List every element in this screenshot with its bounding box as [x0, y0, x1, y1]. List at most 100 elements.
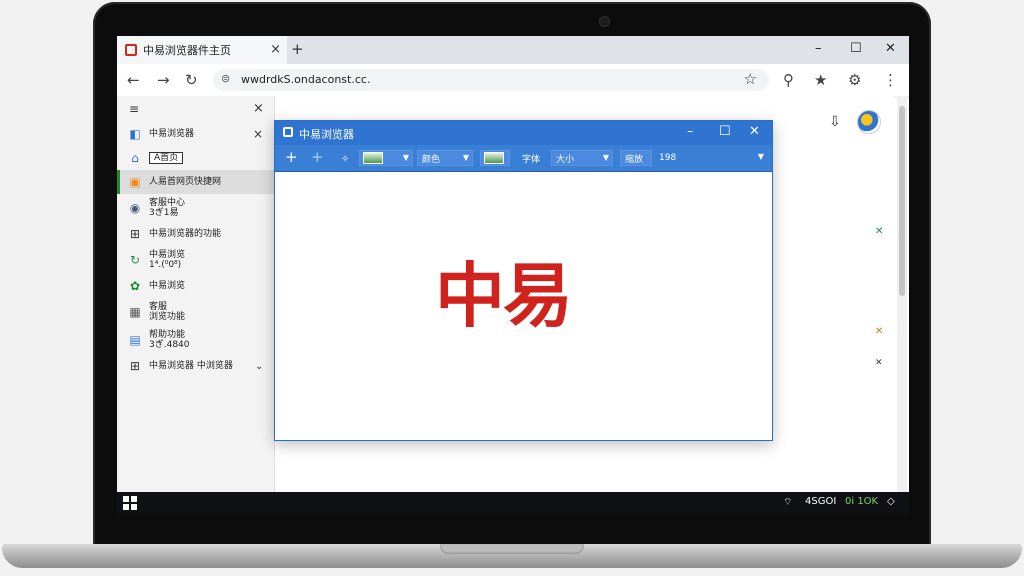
sync-icon: ↻	[129, 253, 141, 267]
zoom-button-label: 缩放	[625, 154, 644, 165]
sidebar-item-sync[interactable]: ↻ 中易浏览 1⁴.(⁰0⁸)	[117, 246, 274, 274]
color-select[interactable]: 颜色 ▼	[417, 150, 473, 166]
font-button[interactable]: 字体	[518, 150, 548, 166]
scrollbar-thumb[interactable]	[899, 106, 905, 296]
zoom-value: 198	[659, 153, 677, 163]
dialog-title: 中易浏览器	[299, 128, 354, 141]
add-button[interactable]: +	[285, 149, 298, 165]
sidebar-item-help[interactable]: ▤ 帮助功能 3ぎ.4840	[117, 326, 274, 354]
app-dialog: 中易浏览器 – ☐ ✕ + + ✧ ▼ 颜色 ▼ 字体 大小 ▼ 缩放 198	[274, 120, 773, 441]
add-secondary-button[interactable]: +	[311, 149, 324, 165]
taskbar-status[interactable]: 0i 1OK	[845, 496, 878, 507]
sidebar-item-label: 中易浏览	[149, 281, 186, 291]
avatar[interactable]	[857, 110, 881, 134]
sidebar-item-home[interactable]: ⌂ A首页	[117, 146, 274, 170]
back-icon[interactable]: ←	[127, 71, 140, 89]
search-icon[interactable]: ⚲	[783, 71, 794, 89]
chevron-down-icon: ▼	[402, 153, 409, 162]
dialog-minimize-button[interactable]: –	[687, 124, 694, 139]
sidebar-menu-icon[interactable]: ≡	[129, 102, 139, 116]
sidebar-item-close-icon[interactable]: ×	[253, 127, 263, 141]
sparkle-icon[interactable]: ✧	[341, 152, 349, 168]
chevron-down-icon: ▼	[462, 153, 469, 162]
zoom-select[interactable]: 198 ▼	[655, 150, 767, 166]
features-icon: ⊞	[129, 227, 141, 241]
size-select-label: 大小	[556, 154, 575, 165]
font-button-label: 字体	[522, 154, 541, 165]
dialog-maximize-button[interactable]: ☐	[719, 124, 731, 139]
sidebar-item-support[interactable]: ▦ 客服 浏览功能	[117, 298, 274, 326]
sidebar-item-features[interactable]: ⊞ 中易浏览器的功能	[117, 222, 274, 246]
puzzle-icon: ✿	[129, 279, 141, 293]
wifi-icon[interactable]: ⌔	[783, 496, 792, 509]
sidebar-item-label: A首页	[149, 152, 184, 164]
tab-title: 中易浏览器件主页	[143, 44, 231, 57]
sidebar-item-more[interactable]: ⊞ 中易浏览器 中浏览器 ⌄	[117, 354, 274, 378]
sidebar: ≡ × ◧ 中易浏览器 × ⌂ A首页 ▣ 人易首网页快捷网 ◉ 客服中心 3ぎ1…	[117, 96, 275, 492]
start-button[interactable]	[123, 496, 137, 510]
sidebar-item-browser[interactable]: ◧ 中易浏览器 ×	[117, 122, 274, 146]
zoom-button[interactable]: 缩放	[620, 150, 652, 166]
sidebar-item-label: 客服 浏览功能	[149, 302, 186, 322]
chevron-down-icon[interactable]: ⌄	[255, 361, 263, 372]
maximize-button[interactable]: ☐	[850, 41, 862, 56]
dialog-close-button[interactable]: ✕	[749, 124, 760, 139]
taskbar: ⌔ 4SGOI 0i 1OK ◇	[117, 492, 909, 514]
decorative-mark-icon: ✕	[875, 326, 884, 337]
decorative-mark-icon: ✕	[875, 358, 883, 368]
size-select[interactable]: 大小 ▼	[551, 150, 613, 166]
download-icon[interactable]: ⇩	[829, 114, 841, 130]
tab-close-icon[interactable]: ×	[270, 42, 281, 57]
quicklinks-icon: ▣	[129, 175, 141, 189]
address-bar[interactable]: ⊜ wwdrdkS.ondaconst.cc. ☆	[213, 69, 769, 91]
sidebar-close-icon[interactable]: ×	[253, 101, 264, 116]
brand-calligraphy-text: 中易	[435, 254, 573, 337]
chevron-down-icon: ▼	[757, 152, 764, 161]
extensions-icon[interactable]: ★	[814, 71, 827, 89]
image-button[interactable]	[480, 150, 510, 166]
sidebar-item-label: 人易首网页快捷网	[149, 177, 222, 187]
dialog-toolbar: + + ✧ ▼ 颜色 ▼ 字体 大小 ▼ 缩放 198 ▼	[275, 145, 772, 172]
reload-icon[interactable]: ↻	[185, 71, 198, 89]
site-info-icon: ⊜	[221, 72, 231, 85]
home-icon: ⌂	[131, 151, 139, 165]
forward-icon[interactable]: →	[157, 71, 170, 89]
color-select-label: 颜色	[422, 154, 441, 165]
sidebar-item-quicklinks[interactable]: ▣ 人易首网页快捷网	[117, 170, 274, 194]
browser-icon: ◧	[129, 127, 141, 141]
dialog-titlebar: 中易浏览器 – ☐ ✕	[275, 121, 772, 145]
menu-kebab-icon[interactable]: ⋮	[883, 71, 898, 89]
new-tab-button[interactable]: +	[291, 40, 304, 58]
webcam	[600, 17, 609, 26]
bookmark-star-icon[interactable]: ☆	[744, 70, 757, 88]
sidebar-item-service[interactable]: ◉ 客服中心 3ぎ1易	[117, 194, 274, 222]
tab-strip: 中易浏览器件主页 × + – ☐ ✕	[117, 36, 909, 64]
image-style-select[interactable]: ▼	[359, 150, 413, 166]
vertical-scrollbar[interactable]	[897, 96, 907, 492]
laptop-notch	[440, 544, 584, 554]
decorative-mark-icon: ✕	[875, 226, 884, 237]
sidebar-item-label: 中易浏览器的功能	[149, 229, 222, 239]
sidebar-item-label: 帮助功能 3ぎ.4840	[149, 330, 190, 350]
support-icon: ▦	[129, 305, 141, 319]
document-icon: ▤	[129, 333, 141, 347]
grid-icon: ⊞	[129, 359, 141, 373]
browser-toolbar: ← → ↻ ⊜ wwdrdkS.ondaconst.cc. ☆ ⚲ ★ ⚙ ⋮	[117, 64, 909, 97]
browser-tab[interactable]: 中易浏览器件主页 ×	[117, 36, 287, 64]
minimize-button[interactable]: –	[815, 41, 822, 56]
notification-icon[interactable]: ◇	[887, 496, 895, 507]
sidebar-item-label: 中易浏览器	[149, 129, 195, 139]
sidebar-header: ≡ ×	[117, 96, 274, 122]
taskbar-clock[interactable]: 4SGOI	[805, 496, 836, 507]
image-thumbnail-icon	[363, 152, 383, 164]
url-text[interactable]: wwdrdkS.ondaconst.cc.	[241, 73, 370, 86]
tab-favicon-icon	[125, 44, 137, 56]
sidebar-item-plugins[interactable]: ✿ 中易浏览	[117, 274, 274, 298]
chevron-down-icon: ▼	[602, 153, 609, 162]
settings-gear-icon[interactable]: ⚙	[848, 71, 861, 89]
dialog-canvas[interactable]: 中易	[275, 172, 772, 440]
sidebar-item-label: 中易浏览器 中浏览器	[149, 361, 233, 371]
user-icon: ◉	[129, 201, 141, 215]
image-thumbnail-icon	[484, 152, 504, 164]
close-window-button[interactable]: ✕	[885, 41, 896, 56]
